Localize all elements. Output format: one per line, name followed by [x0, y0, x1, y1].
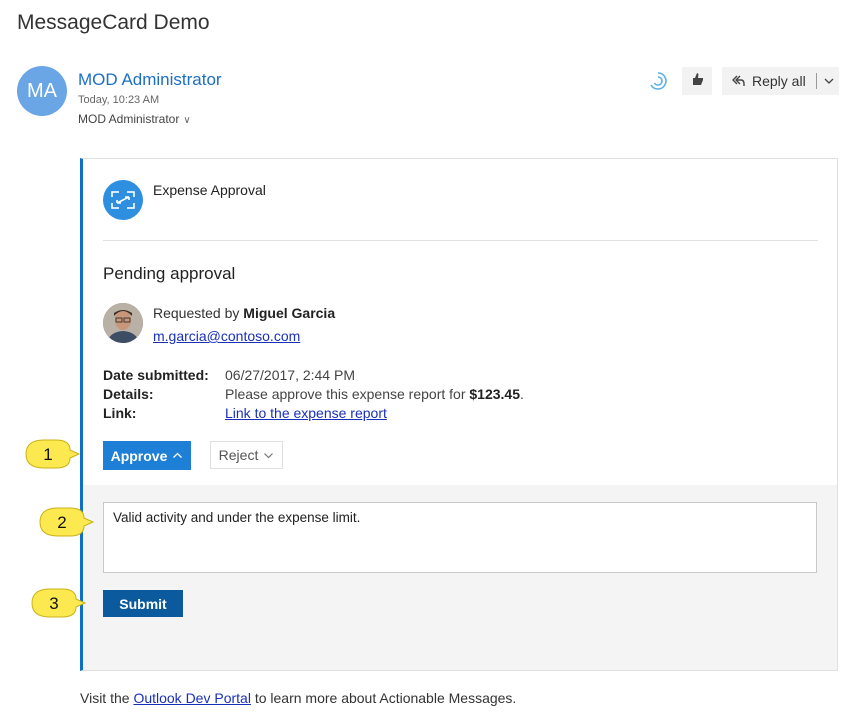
callout-number: 2	[57, 513, 66, 532]
approve-label: Approve	[110, 447, 168, 464]
like-button[interactable]	[682, 67, 712, 95]
details-amount: $123.45	[469, 386, 520, 402]
details-suffix: .	[519, 386, 524, 402]
reply-all-icon	[730, 73, 746, 89]
dev-portal-link[interactable]: Outlook Dev Portal	[133, 690, 251, 706]
reply-all-label: Reply all	[752, 73, 806, 89]
fact-label-details: Details:	[103, 386, 154, 402]
callout-3: 3	[31, 588, 86, 618]
fact-label-date: Date submitted:	[103, 367, 209, 383]
chevron-down-icon[interactable]	[823, 75, 835, 87]
card-divider	[103, 240, 818, 241]
requester-avatar	[103, 303, 143, 343]
reply-all-separator	[815, 73, 817, 89]
sent-time: Today, 10:23 AM	[78, 94, 160, 106]
details-text: Please approve this expense report for	[225, 386, 470, 402]
like-icon	[689, 71, 705, 92]
fact-label-link: Link:	[103, 405, 137, 421]
sender-name[interactable]: MOD Administrator	[78, 70, 222, 90]
requested-prefix: Requested by	[153, 305, 244, 321]
avatar-initials: MA	[27, 79, 57, 102]
footer-suffix: to learn more about Actionable Messages.	[250, 690, 517, 706]
callout-2: 2	[39, 507, 94, 537]
submit-button[interactable]: Submit	[103, 590, 183, 617]
fact-value-details: Please approve this expense report for $…	[225, 386, 524, 402]
footer-note: Visit the Outlook Dev Portal to learn mo…	[80, 690, 516, 706]
expense-report-link[interactable]: Link to the expense report	[225, 405, 387, 421]
reject-button[interactable]: Reject	[210, 441, 283, 469]
reject-label: Reject	[218, 447, 259, 463]
email-subject: MessageCard Demo	[17, 11, 210, 34]
loading-icon	[648, 71, 668, 91]
reply-all-button[interactable]: Reply all	[722, 67, 839, 95]
requester-name: Miguel Garcia	[243, 305, 336, 321]
recipient-line[interactable]: MOD Administrator ∨	[78, 112, 191, 126]
chevron-down-icon	[263, 450, 274, 461]
approve-button[interactable]: Approve	[103, 441, 191, 470]
callout-number: 1	[43, 445, 52, 464]
expand-recipients-icon[interactable]: ∨	[183, 115, 190, 126]
requester-email-link[interactable]: m.garcia@contoso.com	[153, 328, 300, 344]
callout-1: 1	[25, 439, 80, 469]
callout-number: 3	[49, 594, 58, 613]
expand-arrows-icon	[103, 180, 143, 220]
footer-prefix: Visit the	[80, 690, 134, 706]
sender-avatar[interactable]: MA	[17, 66, 67, 116]
requested-by: Requested by Miguel Garcia	[153, 305, 335, 321]
comment-input[interactable]: Valid activity and under the expense lim…	[103, 502, 817, 573]
recipient-name: MOD Administrator	[78, 112, 180, 126]
fact-value-date: 06/27/2017, 2:44 PM	[225, 367, 355, 383]
card-title: Expense Approval	[153, 182, 266, 198]
section-heading: Pending approval	[103, 264, 236, 283]
chevron-up-icon	[172, 450, 183, 461]
submit-label: Submit	[119, 595, 167, 612]
